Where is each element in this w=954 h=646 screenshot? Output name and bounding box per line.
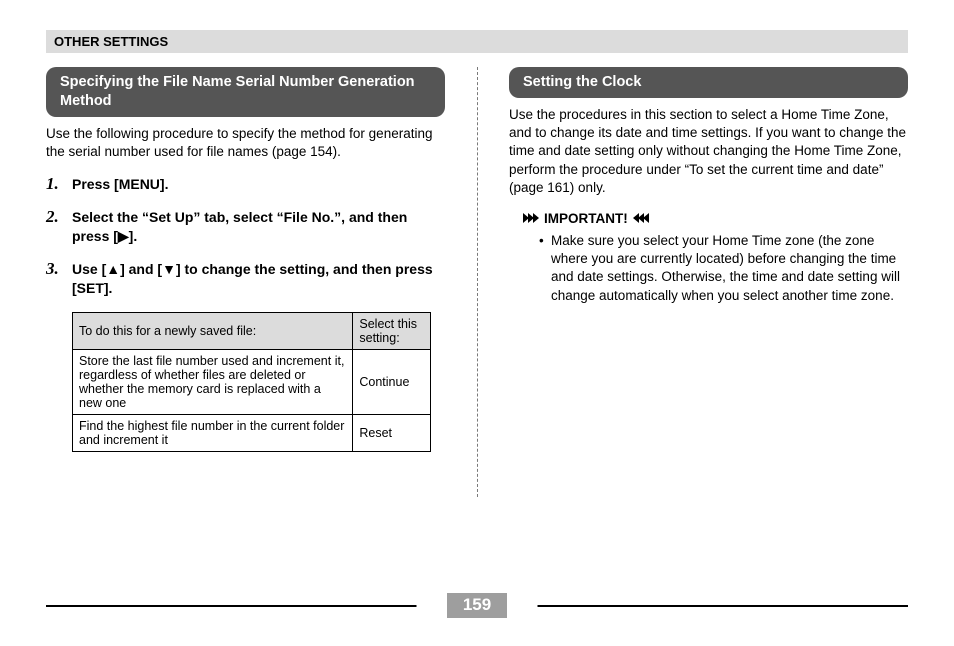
step-3: Use [▲] and [▼] to change the setting, a… (46, 260, 445, 298)
right-column: Setting the Clock Use the procedures in … (477, 67, 908, 452)
page-footer: 159 (46, 591, 908, 618)
left-column: Specifying the File Name Serial Number G… (46, 67, 477, 452)
table-cell: Continue (353, 349, 431, 414)
important-text-label: IMPORTANT! (544, 211, 628, 226)
left-title: Specifying the File Name Serial Number G… (46, 67, 445, 117)
steps-list: Press [MENU]. Select the “Set Up” tab, s… (46, 175, 445, 297)
left-intro: Use the following procedure to specify t… (46, 125, 445, 161)
wedge-right-icon (523, 213, 538, 223)
right-title: Setting the Clock (509, 67, 908, 98)
section-header: OTHER SETTINGS (46, 30, 908, 53)
table-header-row: To do this for a newly saved file: Selec… (73, 312, 431, 349)
important-bullet-list: Make sure you select your Home Time zone… (539, 232, 908, 305)
manual-page: OTHER SETTINGS Specifying the File Name … (0, 0, 954, 646)
table-row: Find the highest file number in the curr… (73, 414, 431, 451)
table-cell: Find the highest file number in the curr… (73, 414, 353, 451)
step-2: Select the “Set Up” tab, select “File No… (46, 208, 445, 246)
page-number: 159 (447, 593, 507, 618)
two-column-layout: Specifying the File Name Serial Number G… (46, 67, 908, 452)
table-head-0: To do this for a newly saved file: (73, 312, 353, 349)
table-cell: Store the last file number used and incr… (73, 349, 353, 414)
right-intro: Use the procedures in this section to se… (509, 106, 908, 197)
wedge-left-icon (634, 213, 649, 223)
step-1: Press [MENU]. (46, 175, 445, 194)
important-label: IMPORTANT! (523, 211, 908, 226)
settings-table: To do this for a newly saved file: Selec… (72, 312, 431, 452)
important-bullet: Make sure you select your Home Time zone… (539, 232, 908, 305)
table-row: Store the last file number used and incr… (73, 349, 431, 414)
column-divider (477, 67, 478, 497)
table-head-1: Select this setting: (353, 312, 431, 349)
table-cell: Reset (353, 414, 431, 451)
